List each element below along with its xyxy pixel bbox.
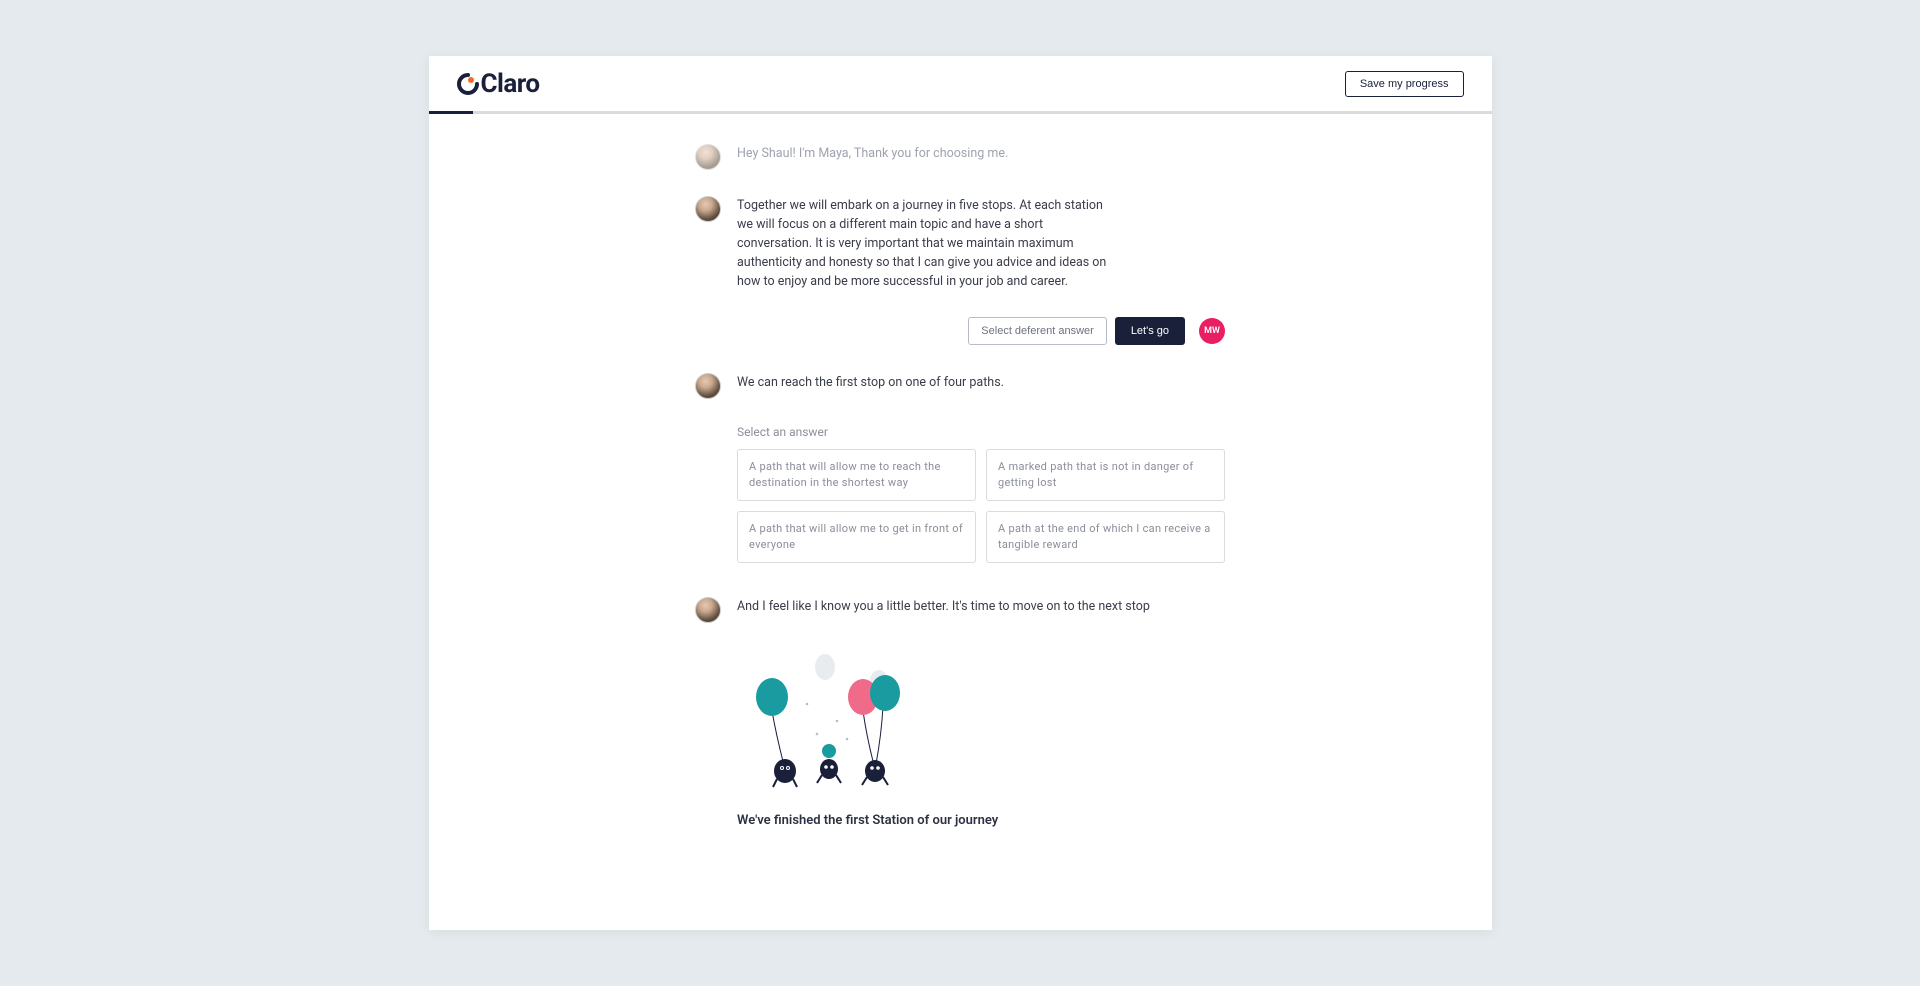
maya-avatar xyxy=(695,196,721,222)
celebration-illustration: We've finished the first Station of our … xyxy=(737,649,1225,828)
brand-logo: Claro xyxy=(457,69,540,99)
message-row-paths: We can reach the first stop on one of fo… xyxy=(695,373,1225,399)
chat-content: Hey Shaul! I'm Maya, Thank you for choos… xyxy=(429,114,1492,930)
maya-avatar xyxy=(695,597,721,623)
intro-text: Together we will embark on a journey in … xyxy=(737,196,1117,291)
answer-prompt: Select an answer A path that will allow … xyxy=(737,425,1225,563)
closing-text: And I feel like I know you a little bett… xyxy=(737,597,1225,623)
message-row-closing: And I feel like I know you a little bett… xyxy=(695,597,1225,623)
save-progress-button[interactable]: Save my progress xyxy=(1345,71,1464,97)
greeting-text: Hey Shaul! I'm Maya, Thank you for choos… xyxy=(737,144,1225,170)
select-different-button[interactable]: Select deferent answer xyxy=(968,317,1107,345)
balloons-icon xyxy=(737,649,937,799)
message-row-intro: Together we will embark on a journey in … xyxy=(695,196,1225,291)
maya-avatar xyxy=(695,373,721,399)
brand-name: Claro xyxy=(481,69,540,99)
maya-avatar xyxy=(695,144,721,170)
progress-bar xyxy=(429,111,1492,114)
user-avatar-badge: MW xyxy=(1199,318,1225,344)
answer-option[interactable]: A path that will allow me to reach the d… xyxy=(737,449,976,501)
station-finished-text: We've finished the first Station of our … xyxy=(737,813,1225,828)
intro-actions: Select deferent answer Let's go MW xyxy=(695,317,1225,345)
logo-icon xyxy=(457,73,479,95)
paths-intro-text: We can reach the first stop on one of fo… xyxy=(737,373,1225,399)
answer-option[interactable]: A marked path that is not in danger of g… xyxy=(986,449,1225,501)
progress-fill xyxy=(429,111,473,114)
answer-option[interactable]: A path at the end of which I can receive… xyxy=(986,511,1225,563)
select-answer-label: Select an answer xyxy=(737,425,1225,439)
header: Claro Save my progress xyxy=(429,56,1492,111)
answer-options: A path that will allow me to reach the d… xyxy=(737,449,1225,563)
lets-go-button[interactable]: Let's go xyxy=(1115,317,1185,345)
app-window: Claro Save my progress Hey Shaul! I'm Ma… xyxy=(429,56,1492,930)
message-row-greeting: Hey Shaul! I'm Maya, Thank you for choos… xyxy=(695,144,1225,170)
answer-option[interactable]: A path that will allow me to get in fron… xyxy=(737,511,976,563)
